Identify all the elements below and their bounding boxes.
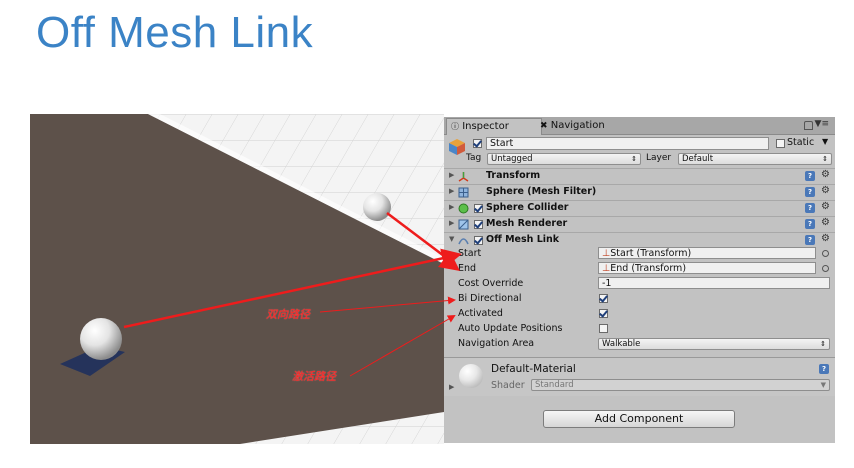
- component-name: Transform: [486, 170, 541, 181]
- gameobject-icon: [449, 139, 465, 155]
- material-name: Default-Material: [491, 363, 576, 375]
- help-icon[interactable]: ?: [805, 171, 815, 181]
- target-icon[interactable]: [822, 265, 829, 272]
- static-checkbox[interactable]: [776, 139, 785, 148]
- tab-navigation-label: Navigation: [550, 120, 605, 131]
- start-sphere: [363, 193, 391, 221]
- layer-label: Layer: [646, 153, 672, 163]
- transform-icon: [458, 172, 469, 182]
- menu-icon[interactable]: ▼≡: [815, 119, 829, 129]
- off-mesh-link-icon: [458, 238, 469, 245]
- component-sphere-collider[interactable]: ▶ Sphere Collider ? ⚙: [444, 200, 835, 216]
- tag-dropdown[interactable]: Untagged ⇕: [487, 153, 641, 165]
- object-name-field[interactable]: Start: [486, 137, 769, 150]
- navigation-icon: ✖: [540, 121, 548, 131]
- component-transform[interactable]: ▶ Transform ? ⚙: [444, 168, 835, 184]
- gear-icon[interactable]: ⚙: [821, 169, 830, 180]
- activated-checkbox[interactable]: [599, 309, 608, 318]
- cost-override-label: Cost Override: [458, 278, 524, 289]
- bi-directional-checkbox[interactable]: [599, 294, 608, 303]
- sphere-collider-icon: [458, 203, 469, 214]
- scene-drawing: [30, 114, 444, 444]
- component-enabled-checkbox[interactable]: [474, 204, 483, 213]
- fold-arrow-icon[interactable]: ▶: [449, 171, 454, 179]
- gear-icon[interactable]: ⚙: [821, 217, 830, 228]
- help-icon[interactable]: ?: [805, 187, 815, 197]
- gear-icon[interactable]: ⚙: [821, 185, 830, 196]
- component-mesh-renderer[interactable]: ▶ Mesh Renderer ? ⚙: [444, 216, 835, 232]
- fold-arrow-expanded-icon[interactable]: ▼: [449, 235, 454, 243]
- component-mesh-filter[interactable]: ▶ Sphere (Mesh Filter) ? ⚙: [444, 184, 835, 200]
- end-field[interactable]: ⊥End (Transform): [598, 262, 816, 274]
- lock-icon[interactable]: [804, 121, 813, 130]
- component-name: Sphere Collider: [486, 202, 569, 213]
- help-icon[interactable]: ?: [805, 235, 815, 245]
- chevron-down-icon: ▼: [820, 381, 826, 389]
- static-label: Static: [787, 137, 815, 148]
- help-icon[interactable]: ?: [805, 219, 815, 229]
- auto-update-checkbox[interactable]: [599, 324, 608, 333]
- chevron-updown-icon: ⇕: [822, 155, 828, 163]
- scene-view[interactable]: [30, 114, 444, 444]
- start-value: Start (Transform): [610, 248, 692, 259]
- start-label: Start: [458, 248, 482, 259]
- add-component-button[interactable]: Add Component: [543, 410, 735, 428]
- component-enabled-checkbox[interactable]: [474, 236, 483, 245]
- shader-dropdown[interactable]: Standard ▼: [531, 379, 830, 391]
- fold-arrow-icon[interactable]: ▶: [449, 187, 454, 195]
- activated-label: Activated: [458, 308, 503, 319]
- layer-value: Default: [682, 154, 714, 164]
- fold-arrow-icon[interactable]: ▶: [449, 219, 454, 227]
- navigation-area-value: Walkable: [602, 339, 641, 349]
- tab-inspector-label: Inspector: [462, 121, 509, 132]
- tab-navigation[interactable]: ✖ Navigation: [536, 118, 634, 134]
- end-value: End (Transform): [610, 263, 687, 274]
- help-icon[interactable]: ?: [819, 364, 829, 374]
- gear-icon[interactable]: ⚙: [821, 233, 830, 244]
- component-name: Mesh Renderer: [486, 218, 568, 229]
- component-name: Off Mesh Link: [486, 234, 560, 245]
- static-dropdown-icon[interactable]: ▼: [822, 137, 828, 146]
- bi-directional-label: Bi Directional: [458, 293, 522, 304]
- mesh-filter-icon: [458, 187, 469, 198]
- inspector-panel: ⓘ Inspector ✖ Navigation ▼≡ Start Static…: [444, 117, 835, 443]
- fold-arrow-icon[interactable]: ▶: [449, 383, 454, 391]
- component-enabled-checkbox[interactable]: [474, 220, 483, 229]
- navigation-area-dropdown[interactable]: Walkable ⇕: [598, 338, 830, 350]
- target-icon[interactable]: [822, 250, 829, 257]
- activate-annotation: 激活路径: [292, 370, 336, 383]
- inspector-tab-bar: ⓘ Inspector ✖ Navigation ▼≡: [444, 117, 835, 135]
- end-sphere: [80, 318, 122, 360]
- component-name: Sphere (Mesh Filter): [486, 186, 597, 197]
- component-off-mesh-link[interactable]: ▼ Off Mesh Link ? ⚙: [444, 232, 835, 248]
- chevron-updown-icon: ⇕: [820, 340, 826, 348]
- shader-value: Standard: [535, 380, 574, 390]
- chevron-updown-icon: ⇕: [631, 155, 637, 163]
- fold-arrow-icon[interactable]: ▶: [449, 203, 454, 211]
- mesh-renderer-icon: [458, 219, 469, 230]
- gear-icon[interactable]: ⚙: [821, 201, 830, 212]
- tag-label: Tag: [466, 153, 482, 163]
- layer-dropdown[interactable]: Default ⇕: [678, 153, 832, 165]
- cost-override-field[interactable]: -1: [598, 277, 830, 289]
- end-label: End: [458, 263, 477, 274]
- info-icon: ⓘ: [451, 122, 459, 131]
- object-active-checkbox[interactable]: [473, 139, 482, 148]
- navigation-area-label: Navigation Area: [458, 338, 535, 349]
- slide-title: Off Mesh Link: [36, 8, 314, 57]
- help-icon[interactable]: ?: [805, 203, 815, 213]
- shader-label: Shader: [491, 380, 525, 391]
- tab-inspector[interactable]: ⓘ Inspector: [446, 118, 542, 135]
- bidirectional-annotation: 双向路径: [266, 308, 310, 321]
- tag-value: Untagged: [491, 154, 533, 164]
- sphere-icon: [459, 364, 483, 388]
- start-field[interactable]: ⊥Start (Transform): [598, 247, 816, 259]
- auto-update-label: Auto Update Positions: [458, 323, 563, 334]
